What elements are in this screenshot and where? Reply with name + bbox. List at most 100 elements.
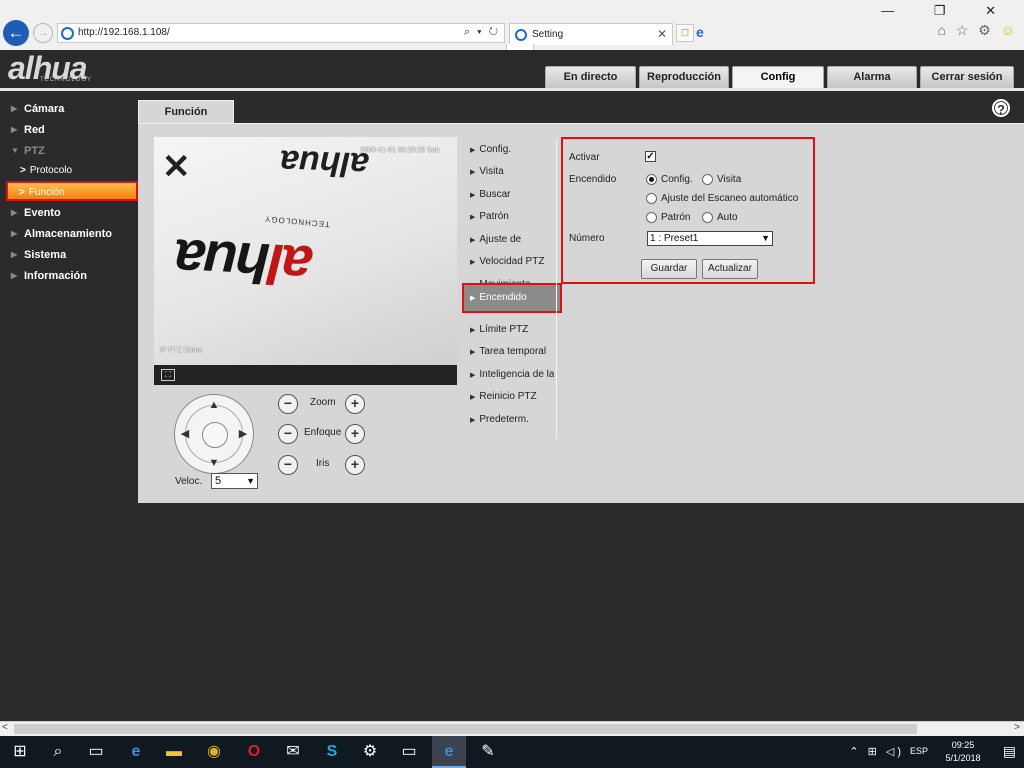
menu-item-tarea-temporal[interactable]: ▶ Tarea temporal (466, 341, 554, 363)
clock-date: 5/1/2018 (945, 753, 981, 763)
menu-item-patron[interactable]: ▶ Patrón (466, 206, 554, 228)
home-star-gear-icons[interactable]: ⌂ ☆ ⚙ (937, 22, 993, 38)
fullscreen-icon[interactable]: ⛶ (161, 369, 175, 381)
sidebar-item-label: Sistema (24, 249, 67, 261)
sidebar-item-camara[interactable]: ▶ Cámara (0, 99, 138, 119)
dpad-center-button[interactable] (202, 422, 228, 448)
video-osd-name: IP PTZ Dome (160, 347, 203, 354)
back-button[interactable]: ← (3, 20, 29, 46)
menu-item-encendido[interactable]: ▶ Encendido (462, 283, 562, 313)
settings-icon[interactable]: ⚙ (358, 740, 382, 764)
start-icon[interactable]: ⊞ (8, 740, 32, 764)
arrow-up-icon[interactable]: ▲ (206, 397, 222, 413)
arrow-down-icon[interactable]: ▼ (206, 455, 222, 471)
chevron-down-icon: ▼ (246, 476, 255, 486)
paint-icon[interactable]: ✎ (476, 740, 500, 764)
menu-triangle-icon: ▶ (470, 214, 476, 221)
speed-select[interactable]: 5 ▼ (211, 473, 258, 489)
skype-icon[interactable]: S (320, 740, 344, 764)
new-tab-button[interactable]: ◻ (676, 24, 694, 42)
internet-explorer-icon[interactable]: e (432, 736, 466, 768)
tab-config[interactable]: Config (732, 66, 824, 88)
menu-item-buscar[interactable]: ▶ Buscar (466, 184, 554, 206)
refresh-button[interactable]: Actualizar (702, 259, 758, 279)
menu-item-inteligencia[interactable]: ▶ Inteligencia de la (466, 364, 554, 386)
menu-triangle-icon: ▶ (470, 259, 476, 266)
horizontal-scrollbar[interactable]: < > (0, 721, 1024, 736)
opera-icon[interactable]: O (242, 740, 266, 764)
preset-number-value: 1 : Preset1 (650, 233, 699, 244)
menu-item-visita[interactable]: ▶ Visita (466, 161, 554, 183)
preset-number-select[interactable]: 1 : Preset1 ▼ (647, 231, 773, 246)
tab-reproduccion[interactable]: Reproducción (639, 66, 729, 88)
save-button[interactable]: Guardar (641, 259, 697, 279)
arrow-left-icon[interactable]: ◀ (177, 426, 193, 442)
forward-button[interactable]: → (33, 23, 53, 43)
arrow-right-icon[interactable]: ▶ (235, 426, 251, 442)
sidebar-subitem-protocolo[interactable]: > Protocolo (0, 161, 138, 181)
help-icon[interactable]: ? (992, 99, 1010, 117)
menu-item-reinicio-ptz[interactable]: ▶ Reinicio PTZ (466, 386, 554, 408)
menu-item-ajuste[interactable]: ▶ Ajuste de (466, 229, 554, 251)
browser-tools[interactable]: ⌂ ☆ ⚙ ☺ (937, 22, 1018, 39)
sidebar-item-evento[interactable]: ▶ Evento (0, 203, 138, 223)
tab-funcion[interactable]: Función (138, 100, 234, 124)
ptz-function-menu: ▶ Config. ▶ Visita ▶ Buscar ▶ Patrón ▶ Ajuste… (462, 139, 562, 439)
logo-subtitle: TECHNOLOGY (40, 77, 93, 83)
focus-label: Enfoque (304, 427, 342, 438)
clock[interactable]: 09:25 5/1/2018 (936, 739, 990, 765)
iris-plus-button[interactable]: + (345, 455, 365, 475)
search-icon[interactable]: ⌕ (46, 740, 70, 764)
terminal-icon[interactable]: ▭ (397, 740, 421, 764)
enable-checkbox[interactable]: ✓ (645, 151, 656, 162)
close-tab-icon[interactable]: ✕ (657, 27, 667, 41)
sidebar-subitem-funcion[interactable]: > Función (6, 181, 138, 201)
iris-label: Iris (316, 458, 330, 469)
ie-logo-icon[interactable]: e (696, 24, 704, 40)
sidebar-item-informacion[interactable]: ▶ Información (0, 266, 138, 286)
sidebar-item-red[interactable]: ▶ Red (0, 120, 138, 140)
scrollbar-thumb[interactable] (14, 724, 917, 734)
live-video-preview[interactable]: ✕ alhua TECHNOLOGY alhua 2000-01-01 00:2… (154, 137, 457, 385)
zoom-minus-button[interactable]: − (278, 394, 298, 414)
video-brand-dark: hua (174, 227, 272, 296)
tab-en-directo[interactable]: En directo (545, 66, 636, 88)
zoom-plus-button[interactable]: + (345, 394, 365, 414)
address-bar[interactable]: http://192.168.1.108/ ⌕ ▾ ↻ (57, 23, 505, 43)
focus-plus-button[interactable]: + (345, 424, 365, 444)
file-explorer-icon[interactable]: ▬ (162, 740, 186, 764)
radio-patron[interactable] (646, 212, 657, 223)
browser-tab-setting[interactable]: Setting ✕ (509, 23, 673, 45)
menu-item-config[interactable]: ▶ Config. (466, 139, 554, 161)
focus-minus-button[interactable]: − (278, 424, 298, 444)
scroll-right-icon[interactable]: > (1014, 722, 1020, 733)
language-indicator[interactable]: ESP (910, 746, 928, 756)
tab-alarma[interactable]: Alarma (827, 66, 917, 88)
menu-item-velocidad-ptz[interactable]: ▶ Velocidad PTZ (466, 251, 554, 273)
radio-autoscan[interactable] (646, 193, 657, 204)
tab-cerrar-sesion[interactable]: Cerrar sesión (920, 66, 1014, 88)
edge-icon[interactable]: e (124, 740, 148, 764)
sidebar-subitem-label: Función (28, 187, 65, 198)
mail-icon[interactable]: ✉ (281, 740, 305, 764)
window-controls[interactable]: — ❐ ✕ (881, 3, 1014, 19)
scroll-left-icon[interactable]: < (2, 722, 8, 733)
chrome-icon[interactable]: ◉ (202, 740, 226, 764)
sidebar-item-sistema[interactable]: ▶ Sistema (0, 245, 138, 265)
address-tools-icon[interactable]: ⌕ ▾ ↻ (464, 26, 500, 39)
tray-icons[interactable]: ⌃ ⊞ ◁) (849, 745, 904, 758)
sidebar-item-ptz[interactable]: ▼ PTZ (0, 141, 138, 161)
iris-minus-button[interactable]: − (278, 455, 298, 475)
radio-visita[interactable] (702, 174, 713, 185)
menu-item-predeterm[interactable]: ▶ Predeterm. (466, 409, 554, 431)
feedback-smiley-icon[interactable]: ☺ (1001, 22, 1018, 38)
app-header: alhua TECHNOLOGY En directo Reproducción… (0, 50, 1024, 88)
radio-auto[interactable] (702, 212, 713, 223)
menu-item-label: Ajuste de (479, 234, 522, 245)
task-view-icon[interactable]: ▭ (84, 740, 108, 764)
sidebar-item-almacenamiento[interactable]: ▶ Almacenamiento (0, 224, 138, 244)
menu-item-limite-ptz[interactable]: ▶ Límite PTZ (466, 319, 554, 341)
radio-config-label: Config. (661, 174, 693, 185)
radio-config[interactable] (646, 174, 657, 185)
notification-center-icon[interactable]: ▤ (1003, 743, 1016, 760)
